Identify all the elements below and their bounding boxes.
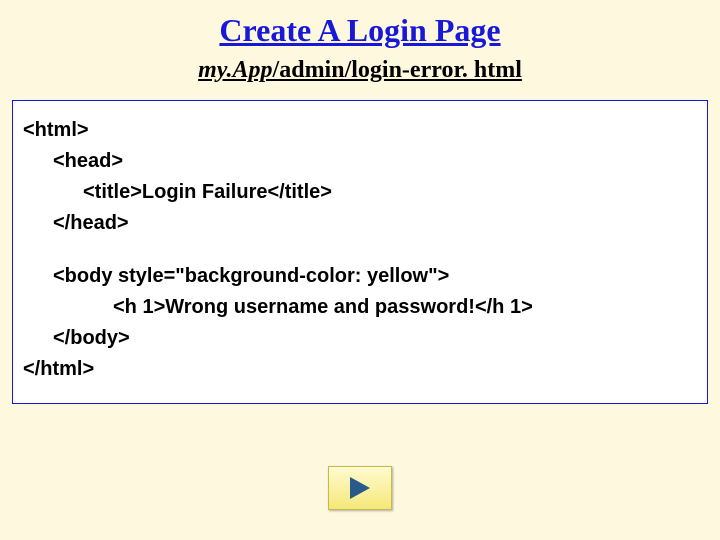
code-line: <head>: [23, 146, 697, 177]
code-box: <html> <head> <title>Login Failure</titl…: [12, 100, 708, 404]
subtitle-app-name: my.App: [198, 57, 272, 83]
blank-line: [23, 239, 697, 261]
page-title: Create A Login Page: [0, 0, 720, 57]
code-line: <h 1>Wrong username and password!</h 1>: [23, 292, 697, 323]
next-slide-button[interactable]: [328, 466, 392, 510]
subtitle-path: /admin/login-error. html: [273, 57, 522, 83]
code-line: </head>: [23, 208, 697, 239]
code-line: <html>: [23, 115, 697, 146]
code-line: <body style="background-color: yellow">: [23, 261, 697, 292]
code-line: </body>: [23, 323, 697, 354]
code-line: </html>: [23, 354, 697, 385]
play-icon: [350, 477, 370, 499]
code-line: <title>Login Failure</title>: [23, 177, 697, 208]
page-subtitle: my.App/admin/login-error. html: [0, 57, 720, 100]
